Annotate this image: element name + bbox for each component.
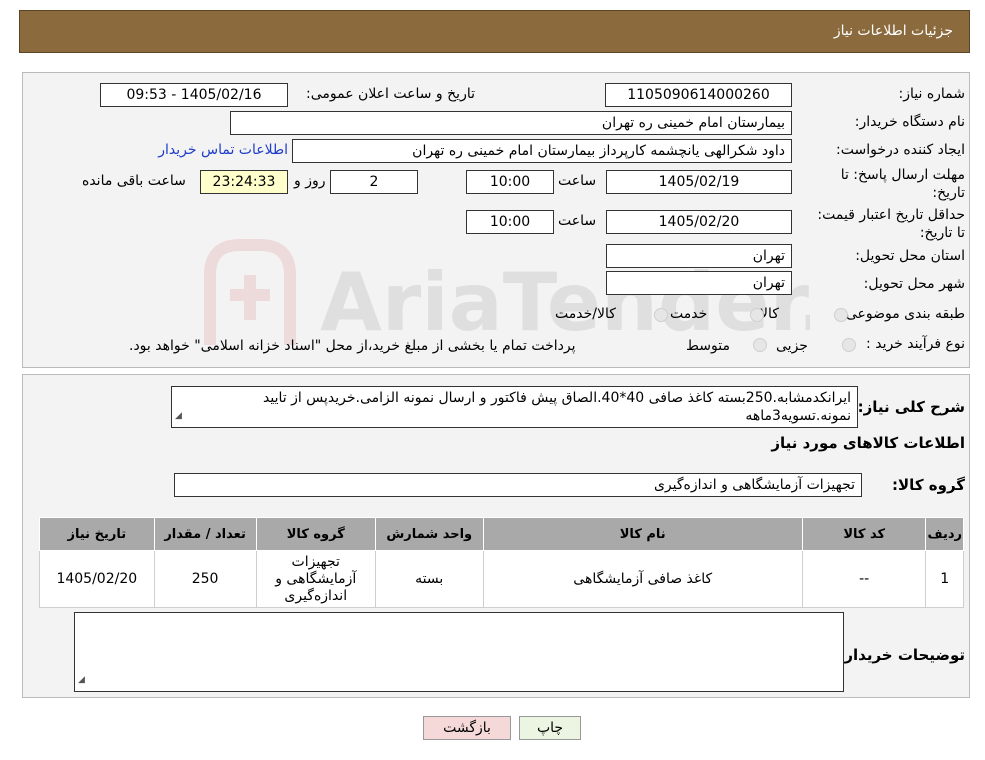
items-table: ردیف کد کالا نام کالا واحد شمارش گروه کا… — [39, 517, 964, 608]
cell-unit: بسته — [374, 550, 484, 608]
category-label: طبقه بندی موضوعی: — [841, 306, 965, 322]
col-group-header: گروه کالا — [255, 517, 376, 551]
watermark-text: AriaTender.neT — [320, 256, 810, 349]
price-validity-time: 10:00 — [466, 210, 554, 234]
category-radio-goods[interactable] — [834, 308, 848, 322]
col-qty-header: تعداد / مقدار — [153, 517, 257, 551]
city-label: شهر محل تحویل: — [863, 276, 965, 292]
cell-qty: 250 — [153, 550, 257, 608]
price-validity-time-label: ساعت — [558, 213, 597, 229]
province-label: استان محل تحویل: — [855, 248, 965, 264]
treasury-note: پرداخت تمام یا بخشی از مبلغ خرید،از محل … — [129, 338, 576, 354]
page-header: جزئيات اطلاعات نياز — [19, 10, 970, 53]
cell-name: کاغذ صافی آزمایشگاهی — [482, 550, 803, 608]
response-deadline-time: 10:00 — [466, 170, 554, 194]
description-textarea[interactable]: ایرانکدمشابه.250بسته کاغذ صافی 40*40.الص… — [171, 386, 858, 428]
cell-row: 1 — [925, 550, 964, 608]
table-row: 1 -- کاغذ صافی آزمایشگاهی بسته تجهیزات آ… — [39, 550, 964, 608]
col-row-header: ردیف — [925, 517, 964, 551]
response-deadline-date: 1405/02/19 — [606, 170, 792, 194]
buyer-contact-link[interactable]: اطلاعات تماس خریدار — [158, 142, 288, 158]
purchase-type-option-medium: متوسط — [686, 338, 730, 354]
col-unit-header: واحد شمارش — [374, 517, 484, 551]
purchase-type-radio-medium[interactable] — [753, 338, 767, 352]
col-code-header: کد کالا — [801, 517, 927, 551]
purchase-type-radio-minor[interactable] — [842, 338, 856, 352]
requester-label: ایجاد کننده درخواست: — [836, 142, 965, 158]
buyer-org-label: نام دستگاه خریدار: — [854, 114, 965, 130]
goods-group-field: تجهیزات آزمایشگاهی و اندازه‌گیری — [174, 473, 862, 497]
need-number-label: شماره نیاز: — [898, 86, 966, 102]
price-validity-label: حداقل تاریخ اعتبار قیمت: تا تاریخ: — [817, 207, 965, 241]
page-title: جزئيات اطلاعات نياز — [833, 23, 953, 39]
category-radio-service[interactable] — [750, 308, 764, 322]
col-date-header: تاریخ نیاز — [39, 517, 155, 551]
col-name-header: نام کالا — [482, 517, 803, 551]
announce-datetime-field: 1405/02/16 - 09:53 — [100, 83, 288, 107]
province-field: تهران — [606, 244, 792, 268]
cell-code: -- — [801, 550, 927, 608]
time-remaining-field: 23:24:33 — [200, 170, 288, 194]
response-deadline-label: مهلت ارسال پاسخ: تا تاریخ: — [840, 167, 965, 201]
category-option-service: خدمت — [670, 306, 708, 322]
back-button[interactable]: بازگشت — [423, 716, 511, 740]
need-number-field: 1105090614000260 — [605, 83, 792, 107]
description-text: ایرانکدمشابه.250بسته کاغذ صافی 40*40.الص… — [263, 390, 851, 424]
resize-grip-icon[interactable]: ◢ — [175, 407, 182, 425]
days-remaining-field: 2 — [330, 170, 418, 194]
category-option-goods-service: کالا/خدمت — [555, 306, 616, 322]
cell-group: تجهیزات آزمایشگاهی و اندازه‌گیری — [255, 550, 376, 608]
days-label: روز و — [294, 173, 326, 189]
announce-datetime-label: تاریخ و ساعت اعلان عمومی: — [306, 86, 475, 102]
resize-grip-icon[interactable]: ◢ — [78, 671, 85, 689]
description-label: شرح کلی نیاز: — [857, 398, 965, 416]
time-remaining-label: ساعت باقی مانده — [82, 173, 186, 189]
buyer-org-field: بیمارستان امام خمینی ره تهران — [230, 111, 792, 135]
category-radio-goods-service[interactable] — [654, 308, 668, 322]
price-validity-date: 1405/02/20 — [606, 210, 792, 234]
table-header-row: ردیف کد کالا نام کالا واحد شمارش گروه کا… — [39, 517, 964, 551]
requester-field: داود شکرالهی یانچشمه کارپرداز بیمارستان … — [292, 139, 792, 163]
goods-group-label: گروه کالا: — [892, 476, 965, 494]
cell-date: 1405/02/20 — [39, 550, 155, 608]
city-field: تهران — [606, 271, 792, 295]
response-time-label: ساعت — [558, 173, 597, 189]
purchase-type-label: نوع فرآیند خرید : — [866, 336, 965, 352]
print-button[interactable]: چاپ — [519, 716, 581, 740]
purchase-type-option-minor: جزیی — [776, 338, 808, 354]
items-section-title: اطلاعات کالاهای مورد نیاز — [771, 434, 965, 452]
buyer-notes-label: توضیحات خریدار: — [838, 646, 965, 664]
buyer-notes-textarea[interactable]: ◢ — [74, 612, 844, 692]
